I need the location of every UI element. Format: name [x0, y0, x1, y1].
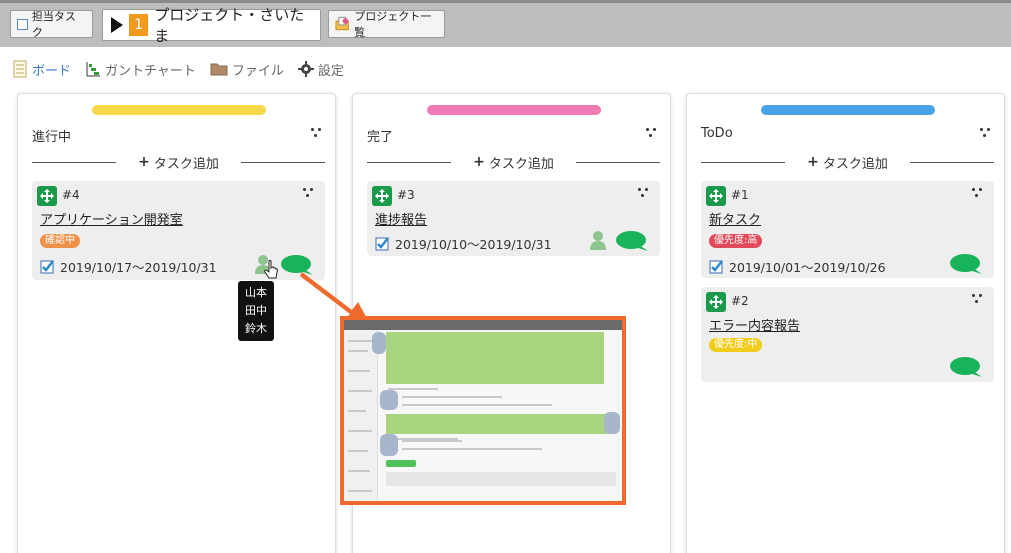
- members-tooltip: 山本 田中 鈴木: [238, 281, 274, 341]
- move-icon[interactable]: [706, 186, 726, 206]
- project-selector[interactable]: 1 プロジェクト・さいたま: [102, 6, 321, 45]
- project-list-label: プロジェクト一覧: [354, 10, 432, 39]
- column-title: ToDo: [701, 126, 733, 141]
- date-range: 2019/10/01～2019/10/26: [729, 260, 886, 275]
- my-task-button[interactable]: 担当タスク: [10, 10, 93, 39]
- move-icon[interactable]: [706, 292, 726, 312]
- column-menu-icon[interactable]: [646, 128, 658, 138]
- tab-settings-label: 設定: [317, 63, 344, 79]
- column-color-bar: [427, 105, 601, 115]
- tab-board[interactable]: ボード: [12, 60, 71, 79]
- project-list-button[interactable]: プロジェクト一覧: [328, 10, 445, 39]
- plus-icon: +: [473, 154, 485, 170]
- task-id: #1: [731, 188, 749, 202]
- add-task-row: + タスク追加: [367, 152, 660, 172]
- checkbox-checked-icon: [709, 260, 723, 274]
- task-id: #4: [62, 188, 80, 202]
- add-task-button[interactable]: + タスク追加: [451, 153, 576, 172]
- priority-tag: 優先度:高: [709, 234, 763, 248]
- tab-files-label: ファイル: [231, 63, 284, 79]
- checkbox-checked-icon: [40, 260, 54, 274]
- comment-icon[interactable]: [949, 253, 983, 275]
- move-icon[interactable]: [37, 186, 57, 206]
- add-task-row: + タスク追加: [701, 152, 994, 172]
- date-range: 2019/10/10～2019/10/31: [395, 237, 552, 252]
- task-title[interactable]: エラー内容報告: [709, 315, 800, 334]
- project-name: プロジェクト・さいたま: [154, 6, 305, 45]
- card-menu-icon[interactable]: [972, 188, 984, 198]
- task-dates: 2019/10/01～2019/10/26: [709, 257, 886, 276]
- checkbox-icon: [17, 18, 28, 30]
- member-name: 鈴木: [245, 322, 267, 335]
- plus-icon: +: [138, 154, 150, 170]
- comment-icon[interactable]: [949, 356, 983, 378]
- priority-tag: 優先度:中: [709, 338, 763, 352]
- task-card[interactable]: #1 新タスク 優先度:高 2019/10/01～2019/10/26: [701, 181, 994, 278]
- column-color-bar: [92, 105, 266, 115]
- tab-files[interactable]: ファイル: [210, 60, 284, 79]
- task-card[interactable]: #4 アプリケーション開発室 確認中 2019/10/17～2019/10/31: [32, 181, 325, 280]
- member-name: 田中: [245, 304, 267, 317]
- hand-cursor-icon: [264, 260, 278, 279]
- folder-icon: [210, 63, 228, 76]
- tab-gantt[interactable]: ガントチャート: [85, 60, 196, 79]
- column-menu-icon[interactable]: [980, 128, 992, 138]
- card-menu-icon[interactable]: [638, 188, 650, 198]
- folder-list-icon: [335, 16, 349, 31]
- checkbox-checked-icon: [375, 237, 389, 251]
- add-task-button[interactable]: + タスク追加: [116, 153, 241, 172]
- tab-settings[interactable]: 設定: [297, 60, 344, 79]
- task-card[interactable]: #2 エラー内容報告 優先度:中: [701, 287, 994, 382]
- add-task-label: タスク追加: [153, 156, 219, 172]
- tab-board-label: ボード: [32, 63, 72, 79]
- card-menu-icon[interactable]: [972, 294, 984, 304]
- add-task-label: タスク追加: [488, 156, 554, 172]
- task-id: #3: [397, 188, 415, 202]
- task-dates: 2019/10/10～2019/10/31: [375, 234, 552, 253]
- add-task-label: タスク追加: [822, 156, 888, 172]
- comment-icon[interactable]: [615, 230, 649, 252]
- column-title: 進行中: [32, 130, 72, 145]
- card-menu-icon[interactable]: [303, 188, 315, 198]
- add-task-button[interactable]: + タスク追加: [785, 153, 910, 172]
- column-todo: ToDo + タスク追加 #1 新タスク 優先度:高 2019/10/01～201…: [686, 93, 1005, 553]
- tab-gantt-label: ガントチャート: [105, 63, 196, 79]
- gear-icon: [297, 61, 314, 77]
- member-name: 山本: [245, 286, 267, 299]
- column-color-bar: [761, 105, 935, 115]
- task-id: #2: [731, 294, 749, 308]
- date-range: 2019/10/17～2019/10/31: [60, 260, 217, 275]
- add-task-row: + タスク追加: [32, 152, 325, 172]
- top-toolbar: 担当タスク 1 プロジェクト・さいたま プロジェクト一覧: [0, 0, 1011, 47]
- task-card[interactable]: #3 進捗報告 2019/10/10～2019/10/31: [367, 181, 660, 256]
- task-dates: 2019/10/17～2019/10/31: [40, 257, 217, 276]
- task-title[interactable]: 進捗報告: [375, 209, 427, 228]
- play-icon: [111, 17, 123, 33]
- task-title[interactable]: アプリケーション開発室: [40, 209, 183, 228]
- comment-preview-image: [340, 316, 626, 505]
- notebook-icon: [13, 60, 27, 78]
- column-title: 完了: [367, 130, 394, 145]
- user-icon[interactable]: [589, 230, 607, 250]
- project-number-badge: 1: [129, 14, 149, 36]
- my-task-label: 担当タスク: [31, 10, 76, 39]
- move-icon[interactable]: [372, 186, 392, 206]
- status-tag: 確認中: [40, 234, 80, 248]
- column-in-progress: 進行中 + タスク追加 #4 アプリケーション開発室 確認中 2019/10/17…: [17, 93, 336, 553]
- task-title[interactable]: 新タスク: [709, 209, 761, 228]
- column-menu-icon[interactable]: [311, 128, 323, 138]
- bar-chart-icon: [86, 62, 101, 77]
- view-tabs: ボード ガントチャート ファイル 設定: [12, 58, 344, 80]
- plus-icon: +: [807, 154, 819, 170]
